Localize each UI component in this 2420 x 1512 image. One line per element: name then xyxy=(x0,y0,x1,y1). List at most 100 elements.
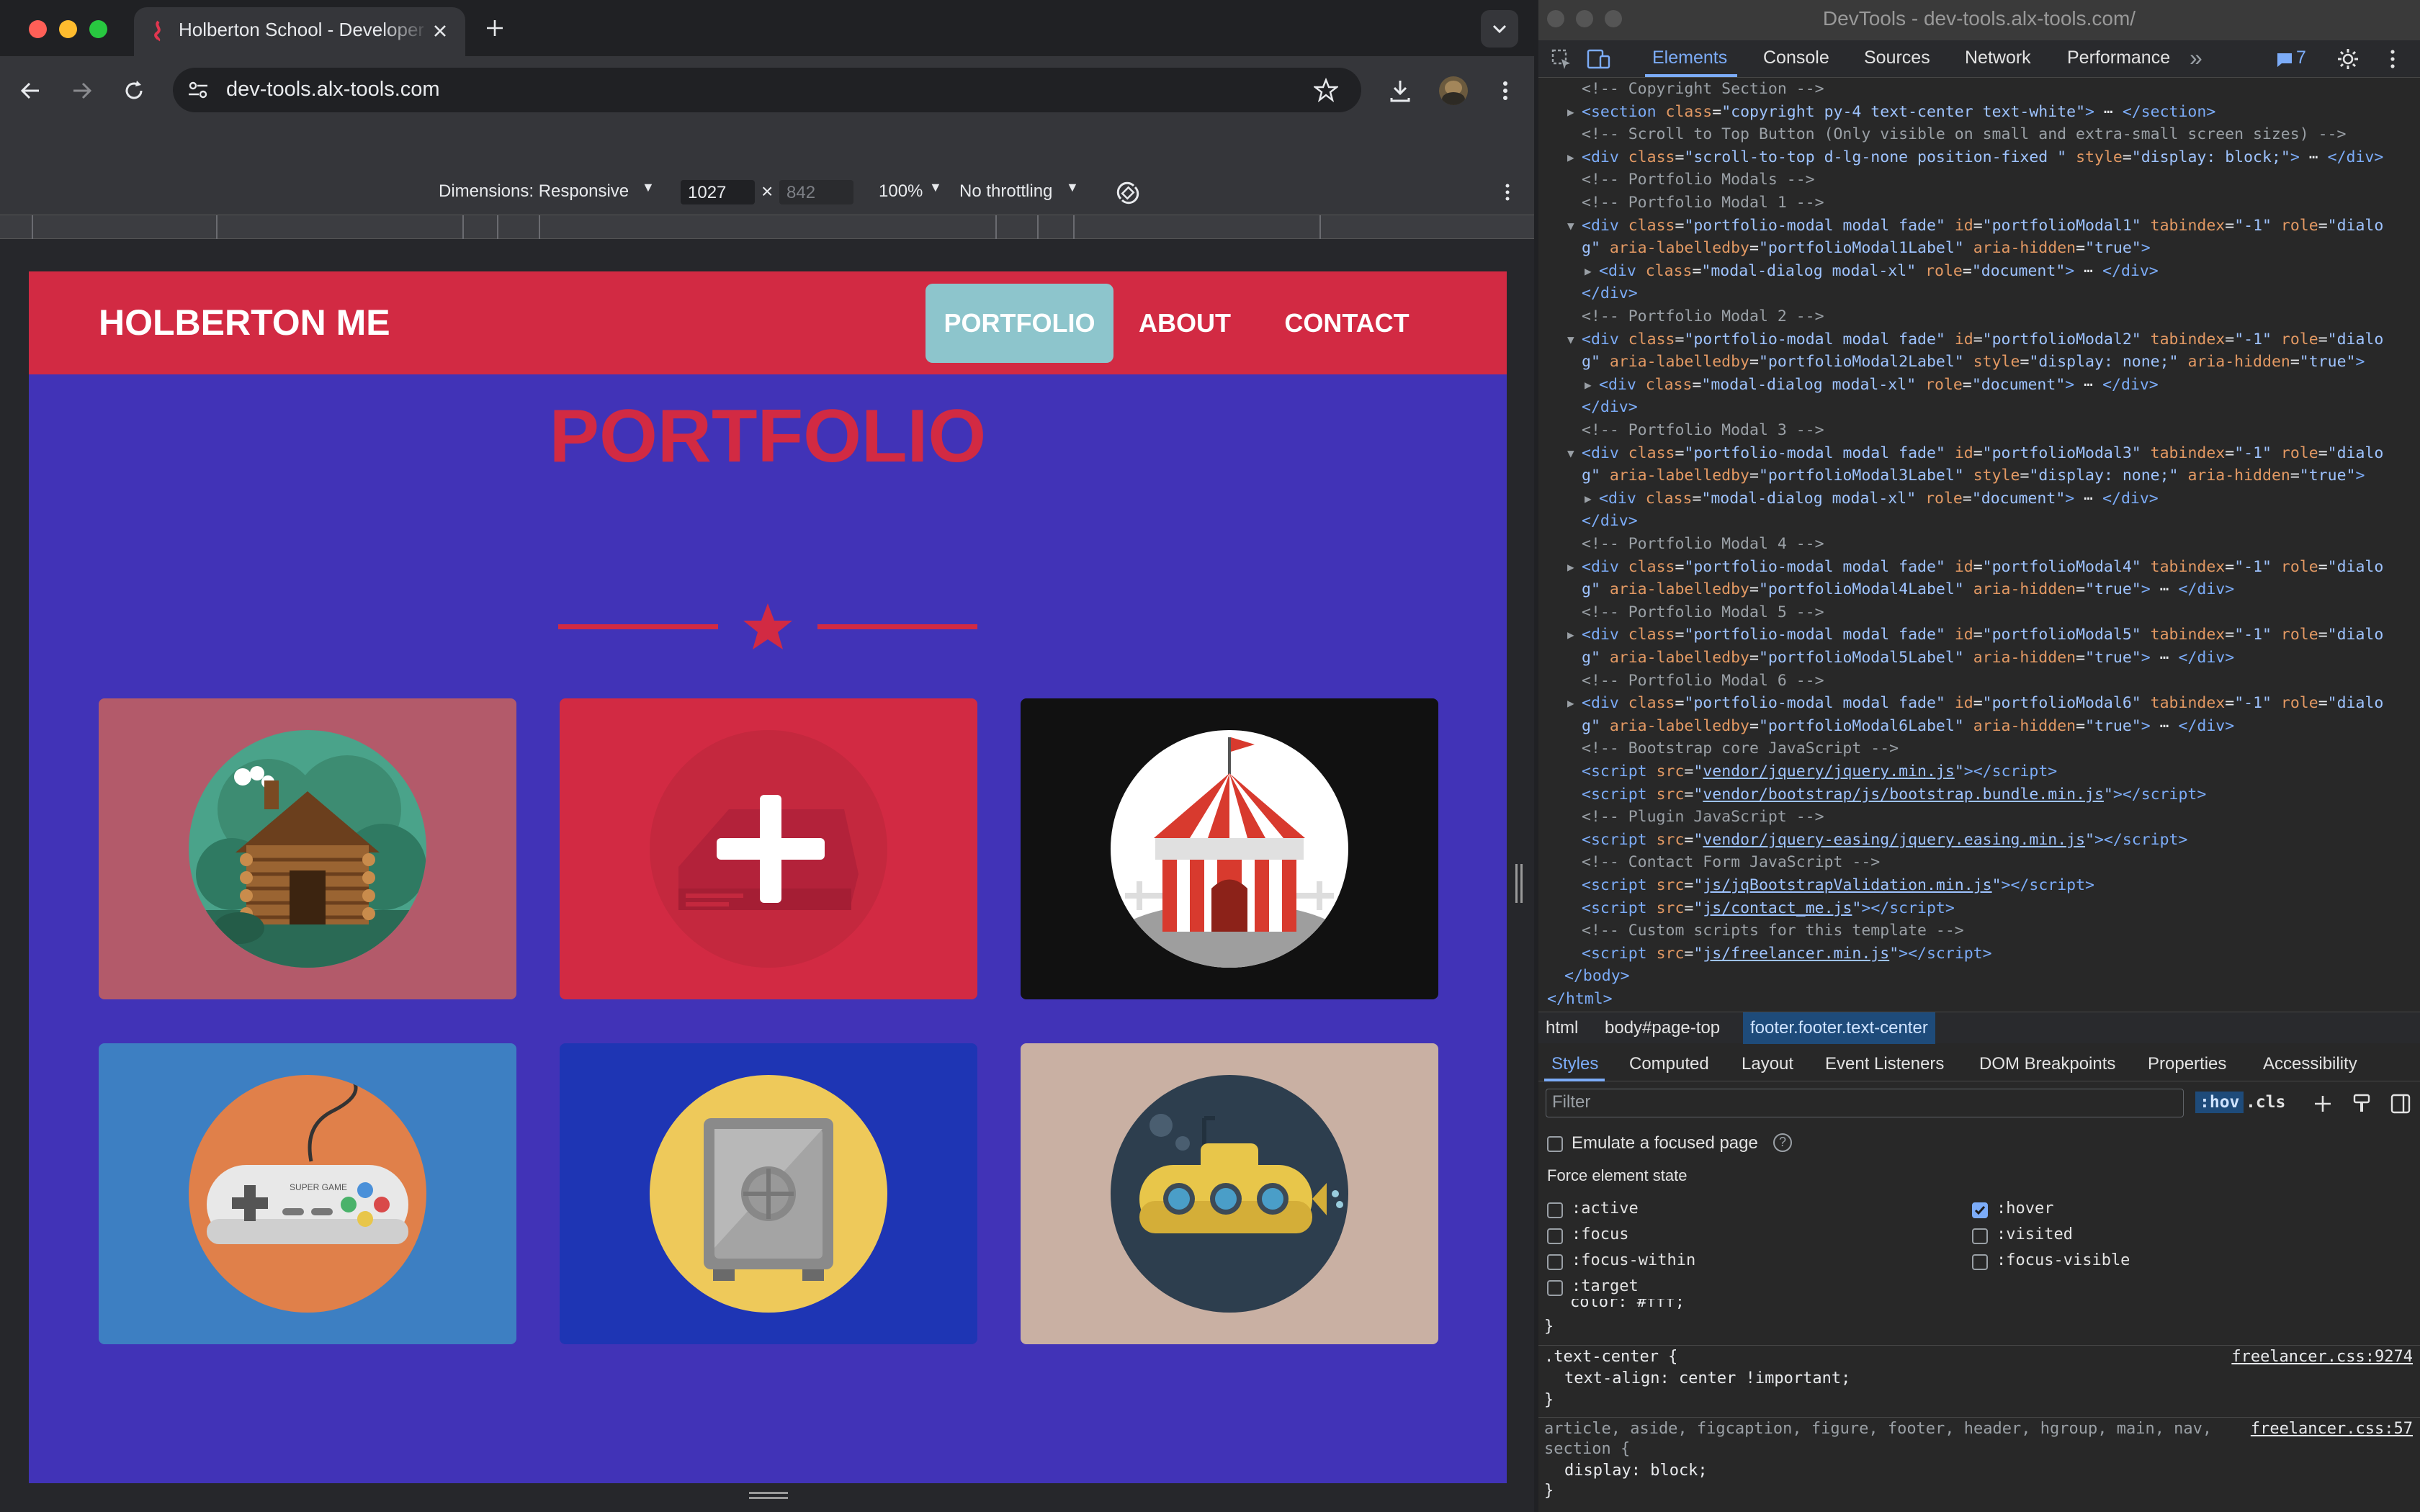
paint-brush-icon[interactable] xyxy=(2351,1093,2372,1115)
tab-search-button[interactable] xyxy=(1481,10,1518,48)
dom-node-line[interactable]: <script src="js/freelancer.min.js"></scr… xyxy=(1582,942,1992,966)
checkbox-active[interactable] xyxy=(1547,1202,1563,1218)
site-info-icon[interactable] xyxy=(187,80,209,100)
dom-node-line[interactable]: ▶ <div class="portfolio-modal modal fade"… xyxy=(1567,692,2383,715)
dom-node-line[interactable]: </html> xyxy=(1547,988,1613,1011)
collapse-arrow-icon[interactable]: ▼ xyxy=(1567,215,1574,238)
tab-computed[interactable]: Computed xyxy=(1629,1054,1709,1074)
close-tab-icon[interactable] xyxy=(431,22,449,40)
tab-dom-breakpoints[interactable]: DOM Breakpoints xyxy=(1979,1054,2115,1074)
emulate-focus-checkbox[interactable] xyxy=(1547,1136,1563,1152)
resize-handle-bottom[interactable] xyxy=(749,1492,788,1499)
dom-node-line[interactable]: <!-- Portfolio Modals --> xyxy=(1582,168,1815,192)
dom-node-line[interactable]: g" aria-labelledby="portfolioModal3Label… xyxy=(1582,464,2365,487)
dom-node-line[interactable]: g" aria-labelledby="portfolioModal2Label… xyxy=(1582,351,2365,374)
dom-node-line[interactable]: g" aria-labelledby="portfolioModal4Label… xyxy=(1582,578,2234,601)
hov-toggle[interactable]: :hov xyxy=(2195,1092,2244,1113)
checkbox-hover[interactable] xyxy=(1972,1202,1988,1218)
tab-layout[interactable]: Layout xyxy=(1742,1054,1793,1074)
portfolio-item-3[interactable] xyxy=(1021,698,1438,999)
collapse-arrow-icon[interactable]: ▼ xyxy=(1567,328,1574,351)
dom-node-line[interactable]: <!-- Portfolio Modal 3 --> xyxy=(1582,419,1824,442)
height-input[interactable]: 842 xyxy=(779,180,853,204)
dom-node-line[interactable]: g" aria-labelledby="portfolioModal6Label… xyxy=(1582,715,2234,738)
inspect-element-icon[interactable] xyxy=(1550,48,1573,71)
devtools-menu-icon[interactable] xyxy=(2384,48,2401,71)
device-toolbar-more-icon[interactable] xyxy=(1497,181,1518,203)
collapse-arrow-icon[interactable]: ▼ xyxy=(1567,442,1574,465)
styles-filter-input[interactable]: Filter xyxy=(1546,1089,2184,1117)
dom-node-line[interactable]: <script src="vendor/jquery/jquery.min.js… xyxy=(1582,760,2057,783)
dom-node-line[interactable]: ▶ <section class="copyright py-4 text-cen… xyxy=(1567,101,2215,124)
browser-tab[interactable]: Holberton School - Developer xyxy=(134,7,465,56)
help-icon[interactable]: ? xyxy=(1773,1133,1792,1152)
dom-node-line[interactable]: </div> xyxy=(1582,396,1638,419)
tab-accessibility[interactable]: Accessibility xyxy=(2263,1054,2357,1074)
expand-arrow-icon[interactable]: ▶ xyxy=(1567,624,1574,647)
bookmark-star-icon[interactable] xyxy=(1314,78,1338,102)
dom-node-line[interactable]: <script src="vendor/bootstrap/js/bootstr… xyxy=(1582,783,2206,806)
dom-node-line[interactable]: ▼ <div class="portfolio-modal modal fade"… xyxy=(1567,215,2383,238)
expand-arrow-icon[interactable]: ▶ xyxy=(1567,146,1574,169)
dom-node-line[interactable]: g" aria-labelledby="portfolioModal5Label… xyxy=(1582,647,2234,670)
rotate-icon[interactable] xyxy=(1113,179,1142,207)
portfolio-item-4[interactable]: SUPER GAME xyxy=(99,1043,516,1344)
dom-node-line[interactable]: <!-- Portfolio Modal 4 --> xyxy=(1582,533,1824,556)
expand-arrow-icon[interactable]: ▶ xyxy=(1585,374,1592,397)
checkbox-target[interactable] xyxy=(1547,1280,1563,1296)
expand-arrow-icon[interactable]: ▶ xyxy=(1585,487,1592,510)
tab-styles[interactable]: Styles xyxy=(1551,1054,1598,1074)
throttling-dropdown[interactable]: No throttling xyxy=(959,181,1052,202)
tab-properties[interactable]: Properties xyxy=(2148,1054,2226,1074)
dom-node-line[interactable]: <!-- Custom scripts for this template --… xyxy=(1582,919,1964,942)
browser-menu-icon[interactable] xyxy=(1492,78,1518,104)
dom-node-line[interactable]: ▼ <div class="portfolio-modal modal fade"… xyxy=(1567,442,2383,465)
expand-arrow-icon[interactable]: ▶ xyxy=(1567,556,1574,579)
rule-text-align[interactable]: text-align: center !important; xyxy=(1564,1369,1850,1387)
issues-count[interactable]: 7 xyxy=(2296,48,2306,68)
crumb-body[interactable]: body#page-top xyxy=(1605,1018,1720,1038)
rule-display-block[interactable]: display: block; xyxy=(1564,1462,1708,1480)
expand-arrow-icon[interactable]: ▶ xyxy=(1567,101,1574,124)
address-bar[interactable]: dev-tools.alx-tools.com xyxy=(173,68,1361,112)
crumb-html[interactable]: html xyxy=(1546,1018,1578,1038)
expand-arrow-icon[interactable]: ▶ xyxy=(1585,260,1592,283)
checkbox-focus[interactable] xyxy=(1547,1228,1563,1244)
crumb-footer[interactable]: footer.footer.text-center xyxy=(1743,1012,1935,1044)
dom-node-line[interactable]: ▶ <div class="scroll-to-top d-lg-none pos… xyxy=(1567,146,2383,169)
reload-icon[interactable] xyxy=(121,78,147,104)
dom-node-line[interactable]: <!-- Portfolio Modal 2 --> xyxy=(1582,305,1824,328)
close-window-button[interactable] xyxy=(29,20,47,38)
dom-node-line[interactable]: <!-- Contact Form JavaScript --> xyxy=(1582,851,1880,874)
cls-toggle[interactable]: .cls xyxy=(2246,1093,2285,1112)
toggle-sidebar-icon[interactable] xyxy=(2390,1093,2411,1115)
rule-source-link[interactable]: freelancer.css:57 xyxy=(2251,1420,2413,1438)
expand-arrow-icon[interactable]: ▶ xyxy=(1567,692,1574,715)
dimensions-dropdown[interactable]: Dimensions: Responsive xyxy=(439,181,629,202)
minimize-window-button[interactable] xyxy=(59,20,77,38)
dom-node-line[interactable]: g" aria-labelledby="portfolioModal1Label… xyxy=(1582,237,2151,260)
back-icon[interactable] xyxy=(17,78,43,104)
dom-node-line[interactable]: ▶ <div class="modal-dialog modal-xl" role… xyxy=(1585,260,2159,283)
portfolio-item-2[interactable] xyxy=(560,698,977,999)
portfolio-item-5[interactable] xyxy=(560,1043,977,1344)
dom-node-line[interactable]: ▶ <div class="portfolio-modal modal fade"… xyxy=(1567,556,2383,579)
tab-event-listeners[interactable]: Event Listeners xyxy=(1825,1054,1944,1074)
rule-source-link[interactable]: freelancer.css:9274 xyxy=(2231,1348,2413,1366)
dom-node-line[interactable]: <!-- Plugin JavaScript --> xyxy=(1582,806,1824,829)
checkbox-focus-within[interactable] xyxy=(1547,1254,1563,1270)
dom-node-line[interactable]: ▶ <div class="portfolio-modal modal fade"… xyxy=(1567,624,2383,647)
maximize-window-button[interactable] xyxy=(89,20,107,38)
nav-about[interactable]: ABOUT xyxy=(1131,284,1239,363)
dom-node-line[interactable]: <script src="js/jqBootstrapValidation.mi… xyxy=(1582,874,2094,897)
tab-sources[interactable]: Sources xyxy=(1864,48,1930,68)
tab-network[interactable]: Network xyxy=(1965,48,2031,68)
dom-node-line[interactable]: <!-- Bootstrap core JavaScript --> xyxy=(1582,737,1899,760)
tab-elements[interactable]: Elements xyxy=(1652,48,1727,68)
resize-handle-right[interactable] xyxy=(1515,864,1523,903)
tab-console[interactable]: Console xyxy=(1763,48,1829,68)
dom-node-line[interactable]: <!-- Scroll to Top Button (Only visible … xyxy=(1582,123,2346,146)
portfolio-item-6[interactable] xyxy=(1021,1043,1438,1344)
dom-node-line[interactable]: <!-- Portfolio Modal 1 --> xyxy=(1582,192,1824,215)
nav-contact[interactable]: CONTACT xyxy=(1257,284,1437,363)
